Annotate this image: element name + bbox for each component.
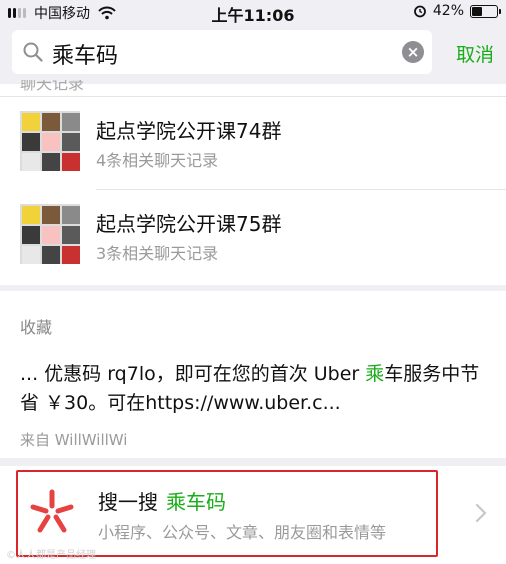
chat-result-item[interactable]: 起点学院公开课75群 3条相关聊天记录 [0,190,506,280]
search-query[interactable]: 乘车码 [52,38,118,70]
battery-icon [470,4,501,18]
alarm-icon [413,5,426,18]
favorite-text: ... 优惠码 rq7lo，即可在您的首次 Uber [20,363,366,385]
chat-subtitle: 3条相关聊天记录 [96,244,219,263]
chat-subtitle: 4条相关聊天记录 [96,151,219,170]
favorites-section-header: 收藏 [20,318,53,337]
search-icon [23,42,43,62]
cancel-button[interactable]: 取消 [456,40,494,67]
chat-result-item[interactable]: 起点学院公开课74群 4条相关聊天记录 [0,97,506,187]
chevron-right-icon [475,503,487,523]
search-input[interactable]: 乘车码 × [12,30,432,74]
sousou-title: 搜一搜 乘车码 [98,486,226,515]
search-bar: 乘车码 × 取消 [0,24,506,84]
section-divider [0,458,506,466]
sousou-label: 搜一搜 [98,490,158,514]
section-divider [0,285,506,291]
highlight-frame [16,470,438,557]
sousou-keyword: 乘车码 [166,490,226,514]
status-bar: 中国移动 上午11:06 42% [0,0,506,25]
favorite-text-highlight: 乘 [365,363,385,385]
chat-title: 起点学院公开课74群 [96,119,282,143]
battery-percent: 42% [432,3,464,19]
chat-title: 起点学院公开课75群 [96,212,282,236]
group-avatar [20,111,80,171]
watermark: ©人人都是产品经理 [6,550,96,561]
close-circle-icon[interactable]: × [402,41,424,63]
chat-section-header: 聊天记录 [20,80,85,93]
sousou-subtitle: 小程序、公众号、文章、朋友圈和表情等 [98,523,387,542]
favorite-source: 来自 WillWillWi [20,431,128,449]
sousou-logo-icon [30,489,74,533]
favorite-item[interactable]: ... 优惠码 rq7lo，即可在您的首次 Uber 乘车服务中节省 ￥30。可… [20,360,490,418]
group-avatar [20,204,80,264]
